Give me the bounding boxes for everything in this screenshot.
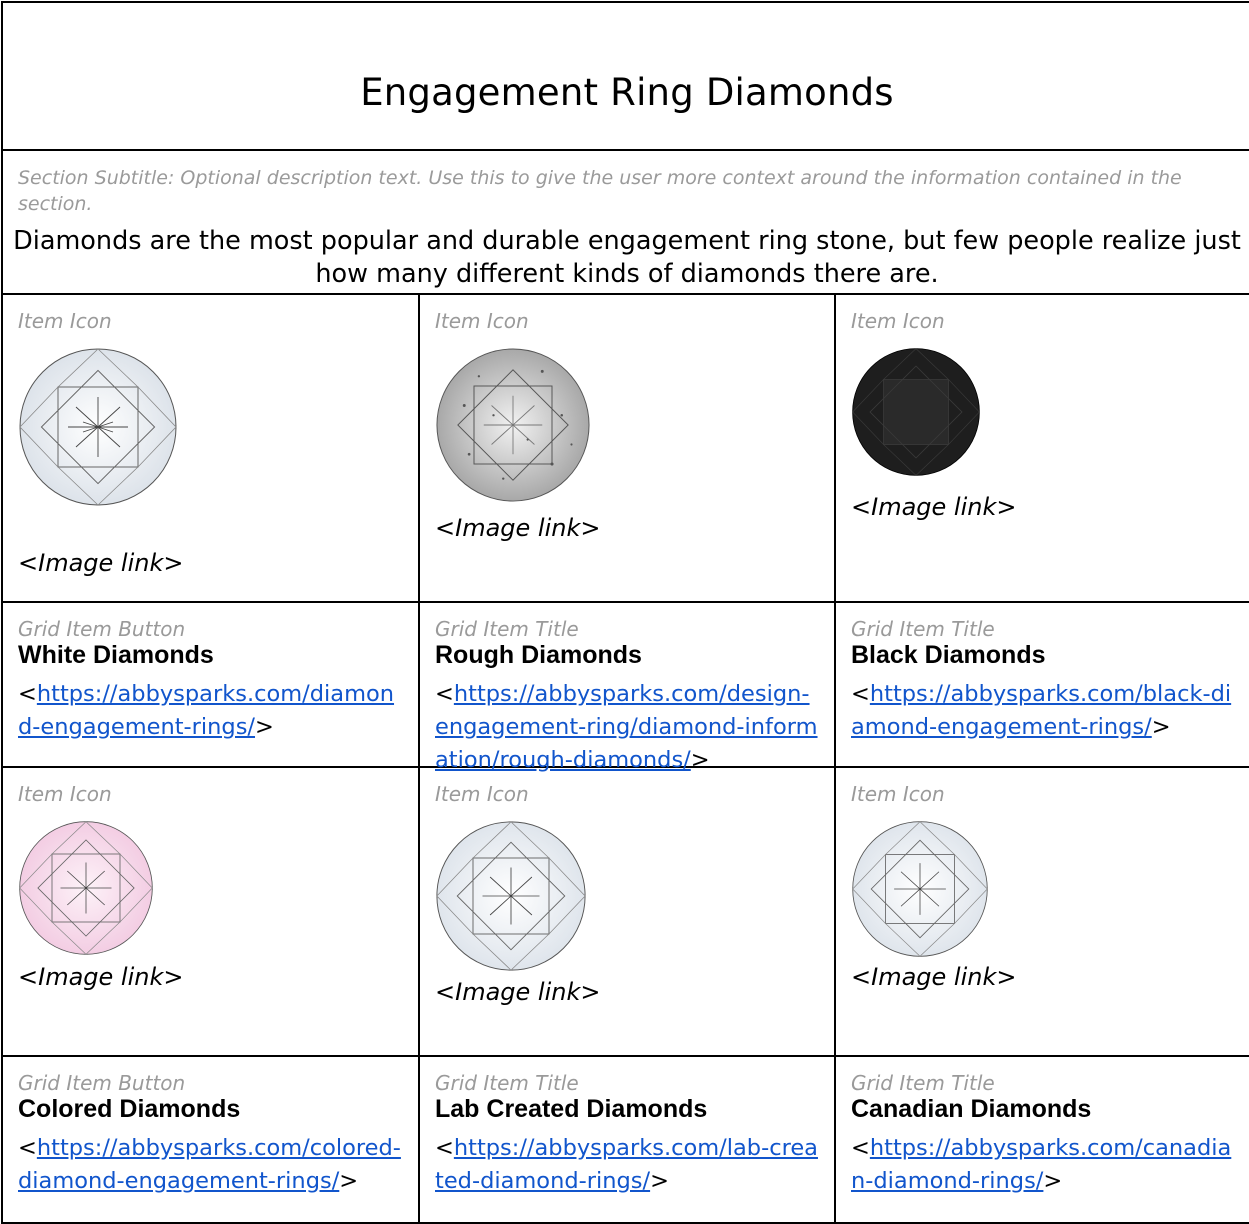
section-intro: Diamonds are the most popular and durabl… [13,226,1241,289]
grid-item-label: Grid Item Title [851,617,995,641]
grid-item-label: Grid Item Button [18,617,186,641]
document-page: Engagement Ring Diamonds Section Subtitl… [0,0,1249,1224]
grid-cell-lab-title: Grid Item Title Lab Created Diamonds <ht… [418,1055,836,1224]
title-row: Grid Item Button White Diamonds <https:/… [1,601,1249,773]
rough-diamond-icon[interactable] [435,347,591,503]
subtitle-section: Section Subtitle: Optional description t… [1,149,1249,294]
grid-item-title: Colored Diamonds [18,1095,241,1123]
image-link[interactable]: <Image link> [18,549,183,577]
grid-cell-canadian-icon: Item Icon <Image link> [834,766,1249,1057]
canadian-diamond-icon[interactable] [851,820,989,958]
image-link[interactable]: <Image link> [851,493,1016,521]
grid-item-title: Black Diamonds [851,641,1046,669]
grid-cell-rough-icon: Item Icon <Image link> [418,293,836,603]
image-link[interactable]: <Image link> [435,514,600,542]
grid-item-label: Grid Item Title [435,1071,579,1095]
item-icon-label: Item Icon [18,782,112,806]
grid-item-title: Rough Diamonds [435,641,642,669]
lab-diamond-icon[interactable] [435,820,587,972]
grid-item-label: Grid Item Button [18,1071,186,1095]
grid-cell-white-icon: Item Icon <Image link> [1,293,420,603]
grid-item-url: <https://abbysparks.com/diamond-engageme… [18,681,395,740]
icon-row: Item Icon <Image link> Item Icon <Image … [1,766,1249,1057]
diamond-grid: Item Icon <Image link> Item Icon <Image … [1,293,1249,1224]
black-diamond-icon[interactable] [851,347,981,477]
item-link[interactable]: https://abbysparks.com/diamond-engagemen… [18,681,394,740]
image-link[interactable]: <Image link> [435,978,600,1006]
icon-row: Item Icon <Image link> Item Icon <Image … [1,293,1249,603]
white-diamond-icon[interactable] [18,347,178,507]
image-link[interactable]: <Image link> [18,963,183,991]
item-icon-label: Item Icon [18,309,112,333]
pink-diamond-icon[interactable] [18,820,154,956]
grid-item-label: Grid Item Title [435,617,579,641]
image-link[interactable]: <Image link> [851,963,1016,991]
item-link[interactable]: https://abbysparks.com/black-diamond-eng… [851,681,1231,740]
grid-item-url: <https://abbysparks.com/black-diamond-en… [851,681,1232,740]
item-icon-label: Item Icon [851,309,945,333]
grid-cell-white-title: Grid Item Button White Diamonds <https:/… [1,601,420,768]
grid-item-title: White Diamonds [18,641,214,669]
grid-cell-colored-title: Grid Item Button Colored Diamonds <https… [1,1055,420,1224]
grid-item-url: <https://abbysparks.com/canadian-diamond… [851,1135,1232,1194]
grid-cell-black-icon: Item Icon <Image link> [834,293,1249,603]
item-link[interactable]: https://abbysparks.com/design-engagement… [435,681,818,773]
item-link[interactable]: https://abbysparks.com/canadian-diamond-… [851,1135,1231,1194]
item-icon-label: Item Icon [435,782,529,806]
grid-item-title: Lab Created Diamonds [435,1095,708,1123]
grid-cell-rough-title: Grid Item Title Rough Diamonds <https://… [418,601,836,773]
title-row: Grid Item Button Colored Diamonds <https… [1,1055,1249,1224]
title-section: Engagement Ring Diamonds [1,1,1249,150]
grid-item-url: <https://abbysparks.com/lab-created-diam… [435,1135,818,1194]
grid-item-url: <https://abbysparks.com/design-engagemen… [435,681,818,773]
section-subtitle-hint: Section Subtitle: Optional description t… [18,167,1182,215]
item-link[interactable]: https://abbysparks.com/lab-created-diamo… [435,1135,818,1194]
item-icon-label: Item Icon [435,309,529,333]
grid-cell-pink-icon: Item Icon <Image link> [1,766,420,1057]
grid-cell-canadian-title: Grid Item Title Canadian Diamonds <https… [834,1055,1249,1224]
grid-item-label: Grid Item Title [851,1071,995,1095]
grid-item-url: <https://abbysparks.com/colored-diamond-… [18,1135,401,1194]
grid-cell-lab-icon: Item Icon <Image link> [418,766,836,1057]
grid-item-title: Canadian Diamonds [851,1095,1092,1123]
grid-cell-black-title: Grid Item Title Black Diamonds <https://… [834,601,1249,768]
item-icon-label: Item Icon [851,782,945,806]
page-title: Engagement Ring Diamonds [360,71,894,114]
item-link[interactable]: https://abbysparks.com/colored-diamond-e… [18,1135,401,1194]
